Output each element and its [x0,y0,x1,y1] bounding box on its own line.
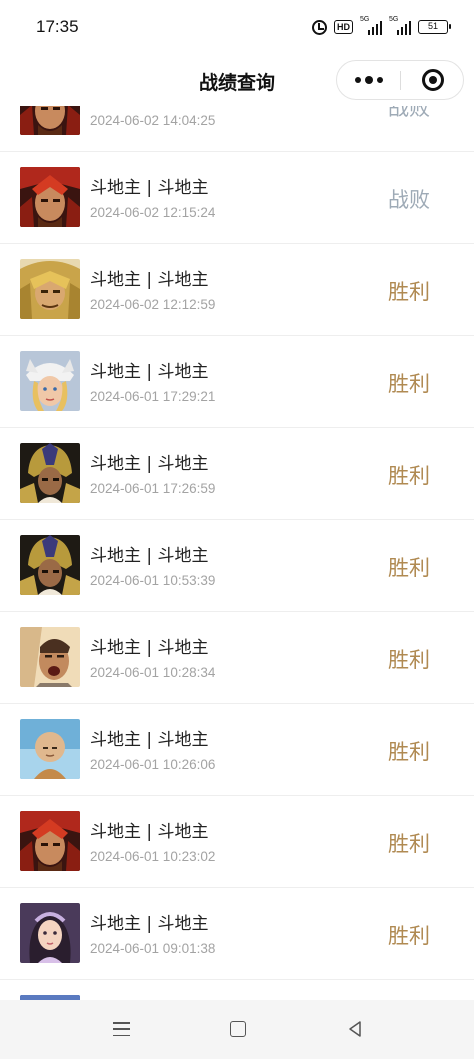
match-time: 2024-06-01 10:28:34 [90,665,216,680]
match-title: 斗地主 | 斗地主 [90,178,209,198]
match-title: 斗地主 | 斗地主 [90,730,209,750]
match-title: 斗地主 | 斗地主 [90,638,209,658]
nav-bar: 战绩查询 [0,56,474,106]
hero-avatar [20,903,80,963]
match-title: 斗地主 | 斗地主 [90,270,209,290]
match-time: 2024-06-01 10:53:39 [90,573,216,588]
status-icons: HD 5G 5G 51 [312,16,451,37]
match-row[interactable]: 斗地主 | 斗地主 2024-06-02 12:15:24 战败 [0,152,474,244]
match-title: 斗地主 | 斗地主 [90,822,209,842]
alarm-icon [312,19,327,35]
match-result: 胜利 [388,280,430,304]
match-row[interactable]: 斗地主 | 斗地主 2024-06-02 12:12:59 胜利 [0,244,474,336]
match-time: 2024-06-01 17:26:59 [90,481,216,496]
hero-avatar [20,811,80,871]
match-result: 胜利 [388,648,430,672]
status-time: 17:35 [36,17,79,36]
match-result: 战败 [388,106,430,120]
more-dots-icon[interactable] [337,61,400,99]
match-row[interactable]: 斗地主 | 斗地主 2024-06-01 10:23:02 胜利 [0,796,474,888]
hero-avatar [20,719,80,779]
signal-label: 5G [360,16,370,23]
match-title: 斗地主 | 斗地主 [90,546,209,566]
home-icon[interactable] [230,1021,246,1037]
match-list[interactable]: 斗地主 | 斗地主2024-06-02 14:04:25战败斗地主 | 斗地主2… [0,106,474,1000]
hd-icon: HD [334,20,353,34]
match-title: 斗地主 | 斗地主 [90,914,209,934]
match-result: 胜利 [388,740,430,764]
match-row[interactable]: 斗地主 | 斗地主 2024-06-01 10:28:34 胜利 [0,612,474,704]
match-title: 斗地主 | 斗地主 [90,454,209,474]
mini-program-capsule [336,60,464,100]
match-result: 胜利 [388,924,430,948]
match-title: 斗地主 | 斗地主 [90,362,209,382]
hero-avatar [20,106,80,135]
target-close-icon[interactable] [401,61,464,99]
match-time: 2024-06-02 14:04:25 [90,113,216,128]
signal-label: 5G [389,16,399,23]
hero-avatar [20,259,80,319]
match-row[interactable]: 斗地主 | 斗地主 2024-06-01 17:26:59 胜利 [0,428,474,520]
hero-avatar [20,535,80,595]
hero-avatar [20,351,80,411]
match-result: 胜利 [388,556,430,580]
match-result: 战败 [388,188,430,212]
match-row[interactable]: 斗地主 | 斗地主 2024-06-01 10:26:06 胜利 [0,704,474,796]
match-time: 2024-06-02 12:15:24 [90,205,216,220]
match-time: 2024-06-01 10:26:06 [90,757,216,772]
match-time: 2024-06-01 09:01:38 [90,941,216,956]
system-nav-bar [0,1000,474,1059]
match-result: 胜利 [388,832,430,856]
match-time: 2024-06-01 10:23:02 [90,849,216,864]
match-row[interactable]: 斗地主 | 斗地主 2024-06-01 10:53:39 胜利 [0,520,474,612]
hero-avatar [20,167,80,227]
signal-icon: 5G [389,16,411,35]
match-row[interactable]: 斗地主 | 斗地主 2024-06-01 09:01:38 胜利 [0,888,474,980]
match-result: 胜利 [388,464,430,488]
match-row[interactable]: 斗地主 | 斗地主2024-06-02 14:04:25战败 [0,106,474,152]
hero-avatar [20,443,80,503]
match-result: 胜利 [388,372,430,396]
battery-icon: 51 [418,20,451,34]
hero-avatar [20,627,80,687]
match-list-inner: 斗地主 | 斗地主2024-06-02 14:04:25战败斗地主 | 斗地主2… [0,106,474,1000]
signal-icon: 5G [360,16,382,35]
match-row[interactable] [0,980,474,1000]
match-time: 2024-06-01 17:29:21 [90,389,216,404]
match-time: 2024-06-02 12:12:59 [90,297,216,312]
status-bar: 17:35 HD 5G 5G 51 [0,0,474,56]
match-row[interactable]: 斗地主 | 斗地主 2024-06-01 17:29:21 胜利 [0,336,474,428]
back-icon[interactable] [346,1020,364,1038]
menu-icon[interactable] [113,1022,130,1036]
